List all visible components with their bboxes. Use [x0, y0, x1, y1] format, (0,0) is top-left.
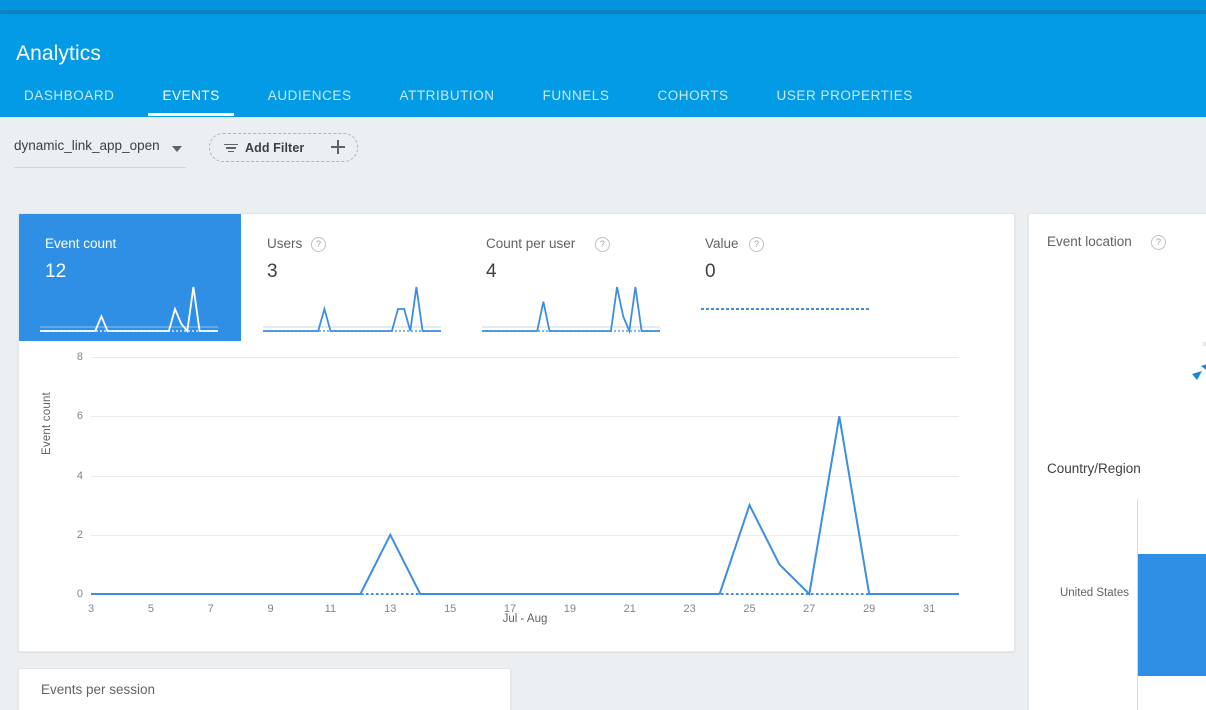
chart-x-axis-label: Jul - Aug	[91, 613, 959, 625]
metric-sparkline	[40, 283, 218, 337]
tab-audiences[interactable]: AUDIENCES	[244, 76, 376, 116]
metric-value: 12	[45, 261, 66, 283]
tab-label: DASHBOARD	[24, 88, 114, 103]
metric-card-event-count[interactable]: Event count 12	[18, 214, 241, 341]
tab-attribution[interactable]: ATTRIBUTION	[376, 76, 519, 116]
question-mark-icon[interactable]: ?	[595, 237, 610, 252]
analytics-app: Analytics DASHBOARD EVENTS AUDIENCES ATTRIB…	[0, 0, 1206, 710]
chart-y-tick: 0	[77, 588, 83, 600]
add-filter-button[interactable]: Add Filter	[209, 133, 358, 162]
metric-card-value[interactable]: Value? 0	[679, 217, 898, 341]
chart-y-tick: 2	[77, 529, 83, 541]
bar-chart-bar[interactable]	[1138, 554, 1206, 676]
chart-plot-area[interactable]: 0246835791113151719212325272931	[91, 357, 959, 594]
filter-bar: dynamic_link_app_open	[0, 117, 1206, 180]
tab-events[interactable]: EVENTS	[138, 76, 243, 116]
question-mark-icon[interactable]: ?	[1151, 235, 1166, 250]
tab-label: USER PROPERTIES	[777, 88, 913, 103]
metric-sparkline	[701, 283, 879, 337]
bar-chart-label: United States	[1029, 587, 1129, 599]
top-accent-strip	[0, 0, 1206, 10]
chart-y-tick: 6	[77, 410, 83, 422]
filter-icon	[224, 143, 238, 153]
question-mark-icon[interactable]: ?	[311, 237, 326, 252]
metric-card-count-per-user[interactable]: Count per user? 4	[460, 217, 679, 341]
tab-label: ATTRIBUTION	[400, 88, 495, 103]
tab-dashboard[interactable]: DASHBOARD	[0, 76, 138, 116]
chevron-down-icon	[172, 146, 182, 152]
tab-bar: DASHBOARD EVENTS AUDIENCES ATTRIBUTION FUNNE…	[0, 76, 937, 117]
event-select[interactable]: dynamic_link_app_open	[14, 134, 186, 168]
event-select-value: dynamic_link_app_open	[14, 138, 160, 153]
chart-y-tick: 8	[77, 351, 83, 363]
metric-card-row: Event count 12 Users? 3 Count per user? 4 Valu…	[19, 217, 1014, 341]
metric-value: 4	[486, 261, 497, 283]
plus-icon	[331, 140, 345, 154]
chart-y-axis-label: Event count	[41, 392, 53, 455]
tab-user-properties[interactable]: USER PROPERTIES	[753, 76, 937, 116]
country-region-title: Country/Region	[1047, 461, 1141, 476]
metric-label: Event count	[45, 236, 116, 251]
metric-label: Value	[705, 236, 739, 251]
chart-y-tick: 4	[77, 470, 83, 482]
chart-line-series	[91, 357, 959, 596]
tab-label: COHORTS	[657, 88, 728, 103]
metric-value: 3	[267, 261, 278, 283]
page-title: Analytics	[16, 41, 101, 67]
country-bar-chart: United States	[1029, 499, 1206, 710]
metric-value: 0	[705, 261, 716, 283]
tab-label: FUNNELS	[543, 88, 610, 103]
app-header: Analytics DASHBOARD EVENTS AUDIENCES ATTRIB…	[0, 14, 1206, 117]
events-overview-card: Event count 12 Users? 3 Count per user? 4 Valu…	[18, 213, 1015, 652]
event-count-chart: Event count 0246835791113151719212325272…	[19, 347, 1014, 650]
metric-label: Count per user	[486, 236, 575, 251]
question-mark-icon[interactable]: ?	[749, 237, 764, 252]
event-location-title: Event location	[1047, 234, 1132, 249]
event-location-panel: Event location ?	[1028, 213, 1206, 710]
tab-funnels[interactable]: FUNNELS	[519, 76, 634, 116]
tab-label: EVENTS	[162, 88, 219, 103]
tab-cohorts[interactable]: COHORTS	[633, 76, 752, 116]
metric-card-users[interactable]: Users? 3	[241, 217, 460, 341]
events-per-session-title: Events per session	[41, 682, 155, 697]
metric-sparkline	[263, 283, 441, 337]
metric-label: Users	[267, 236, 302, 251]
world-map[interactable]	[1029, 266, 1206, 466]
add-filter-label: Add Filter	[245, 141, 304, 155]
metric-sparkline	[482, 283, 660, 337]
events-per-session-card: Events per session	[18, 668, 511, 710]
tab-label: AUDIENCES	[268, 88, 352, 103]
